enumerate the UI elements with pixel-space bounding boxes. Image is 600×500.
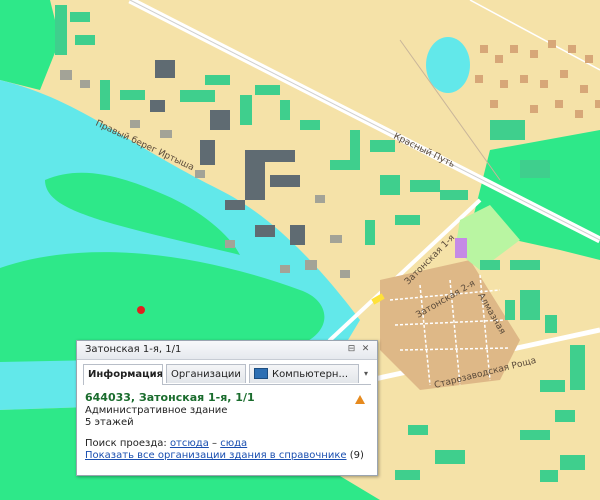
popup-title: Затонская 1-я, 1/1	[85, 344, 182, 355]
computer-icon	[254, 367, 268, 379]
building-address: 644033, Затонская 1-я, 1/1	[85, 391, 255, 404]
tabs-menu-icon[interactable]: ▾	[361, 367, 371, 381]
popup-content: 644033, Затонская 1-я, 1/1 Административ…	[83, 384, 371, 471]
tab-information[interactable]: Информация	[83, 364, 163, 385]
building-type: Административное здание	[85, 405, 228, 416]
building-floors: 5 этажей	[85, 417, 134, 428]
route-search-label: Поиск проезда:	[85, 438, 167, 449]
building-info-popup: Затонская 1-я, 1/1 ⊟ ✕ Информация Органи…	[76, 340, 378, 476]
show-all-organizations-link[interactable]: Показать все организации здания в справо…	[85, 450, 347, 461]
tab-computer[interactable]: Компьютерн...	[249, 364, 359, 383]
route-to-link[interactable]: сюда	[220, 438, 247, 449]
pin-icon[interactable]: ⊟	[346, 344, 357, 355]
route-from-link[interactable]: отсюда	[170, 438, 209, 449]
route-dash: –	[212, 438, 218, 449]
building-purple	[455, 238, 467, 258]
route-search-row: Поиск проезда: отсюда – сюда	[85, 438, 367, 449]
popup-header: Затонская 1-я, 1/1 ⊟ ✕	[77, 341, 377, 360]
organizations-row: Показать все организации здания в справо…	[85, 450, 367, 461]
organizations-count: (9)	[349, 450, 364, 461]
location-marker[interactable]	[137, 306, 145, 314]
tab-computer-label: Компьютерн...	[272, 369, 349, 380]
warning-icon[interactable]	[355, 395, 365, 404]
lake	[426, 37, 470, 93]
close-icon[interactable]: ✕	[360, 344, 371, 355]
tab-organizations[interactable]: Организации	[166, 364, 246, 383]
popup-tabs: Информация Организации Компьютерн... ▾	[83, 364, 371, 385]
